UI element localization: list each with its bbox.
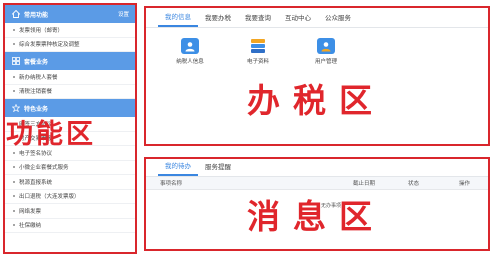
bullet-icon xyxy=(13,75,15,78)
menu-item-label: 发票领用（邮寄） xyxy=(19,27,64,34)
taxpayer-card-icon xyxy=(181,38,199,54)
menu-item-label: 新办纳税人套餐 xyxy=(19,74,58,81)
menu-item-label: 社保缴纳 xyxy=(19,223,42,230)
bullet-icon xyxy=(13,166,15,169)
function-zone-label: 功能区 xyxy=(6,119,96,150)
tab-my-todo[interactable]: 我的待办 xyxy=(158,160,198,176)
shortcut-label: 用户管理 xyxy=(314,59,337,65)
menu-item[interactable]: 新办纳税人套餐 xyxy=(5,70,135,85)
user-manage-icon xyxy=(317,38,335,54)
grid-icon xyxy=(11,57,20,66)
tab-public-service[interactable]: 公众服务 xyxy=(318,12,358,27)
menu-item[interactable]: 发票领用（邮寄） xyxy=(5,23,135,38)
menu-item[interactable]: 清税注销套餐 xyxy=(5,85,135,99)
menu-item[interactable]: 税源直报系统 xyxy=(5,175,135,190)
column-header-item: 事项名称 xyxy=(160,181,183,187)
tab-interaction[interactable]: 互动中心 xyxy=(278,12,318,27)
menu-item[interactable]: 出口退税（大连发票版） xyxy=(5,190,135,204)
home-icon xyxy=(11,10,20,19)
bullet-icon xyxy=(13,224,15,227)
shortcut-e-documents[interactable]: 电子资料 xyxy=(238,38,278,65)
bullet-icon xyxy=(13,28,15,31)
bullet-icon xyxy=(13,180,15,183)
shortcut-row: 纳税人信息 电子资料 用户管理 xyxy=(170,38,346,65)
menu-item[interactable]: 社保缴纳 xyxy=(5,219,135,233)
documents-icon xyxy=(249,38,267,54)
menu-item-label: 出口退税（大连发票版） xyxy=(19,194,80,201)
column-header-status: 状态 xyxy=(408,181,420,187)
shortcut-label: 电子资料 xyxy=(246,59,269,65)
settings-link[interactable]: 设置 xyxy=(118,10,129,18)
message-tabs: 我的待办 服务提醒 xyxy=(146,159,488,177)
bullet-icon xyxy=(13,90,15,93)
tab-my-info[interactable]: 我的信息 xyxy=(158,11,198,27)
bullet-icon xyxy=(13,151,15,154)
menu-item[interactable]: 综合发票票种核定及调整 xyxy=(5,38,135,52)
bullet-icon xyxy=(13,195,15,198)
tab-service-reminder[interactable]: 服务提醒 xyxy=(198,161,238,176)
column-header-deadline: 截止日期 xyxy=(353,181,376,187)
tax-tabs: 我的信息 我要办税 我要查询 互动中心 公众服务 xyxy=(146,8,488,28)
table-header: 事项名称 截止日期 状态 操作 xyxy=(146,177,488,190)
section-title: 常用功能 xyxy=(24,12,49,19)
section-header-common[interactable]: 常用功能 设置 xyxy=(5,5,135,23)
tab-handle-tax[interactable]: 我要办税 xyxy=(198,12,238,27)
bullet-icon xyxy=(13,209,15,212)
menu-item-label: 清税注销套餐 xyxy=(19,89,53,96)
section-header-package[interactable]: 套餐业务 xyxy=(5,52,135,70)
menu-item-label: 综合发票票种核定及调整 xyxy=(19,42,80,49)
menu-item-label: 小微企业套餐式服务 xyxy=(19,165,69,172)
section-title: 套餐业务 xyxy=(24,59,49,66)
menu-item[interactable]: 网络发票 xyxy=(5,204,135,219)
shortcut-taxpayer-info[interactable]: 纳税人信息 xyxy=(170,38,210,65)
tax-zone-label: 办税区 xyxy=(247,81,385,120)
bullet-icon xyxy=(13,43,15,46)
message-zone-label: 消息区 xyxy=(247,197,385,236)
shortcut-label: 纳税人信息 xyxy=(176,59,204,65)
shortcut-user-manage[interactable]: 用户管理 xyxy=(306,38,346,65)
column-header-action: 操作 xyxy=(459,181,471,187)
menu-item-label: 税源直报系统 xyxy=(19,179,53,186)
tab-query[interactable]: 我要查询 xyxy=(238,12,278,27)
menu-item[interactable]: 小微企业套餐式服务 xyxy=(5,161,135,175)
menu-item-label: 网络发票 xyxy=(19,208,42,215)
